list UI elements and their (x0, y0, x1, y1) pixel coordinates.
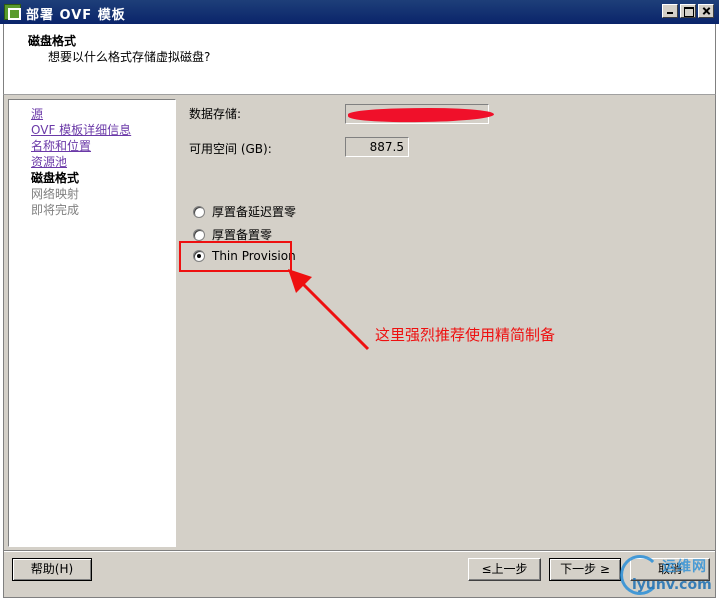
free-space-value: 887.5 (345, 137, 409, 157)
nav-item-ovf-details[interactable]: OVF 模板详细信息 (31, 121, 131, 138)
nav-item-disk-format: 磁盘格式 (31, 171, 80, 185)
wizard-body: 源 OVF 模板详细信息 名称和位置 资源池 磁盘格式 网络映射 即将完成 数据… (3, 94, 716, 598)
help-button[interactable]: 帮助(H) (12, 558, 92, 581)
vsphere-deploy-icon (4, 4, 21, 20)
radio-button[interactable] (193, 228, 205, 241)
title-bar[interactable]: 部署 OVF 模板 (0, 0, 719, 24)
radio-button[interactable] (193, 205, 205, 218)
close-icon[interactable] (698, 4, 714, 18)
footer-divider (4, 550, 715, 552)
window-title: 部署 OVF 模板 (26, 8, 126, 23)
redaction-mark (347, 106, 495, 124)
page-subtitle: 想要以什么格式存储虚拟磁盘? (48, 50, 211, 64)
window-controls (662, 4, 714, 18)
datastore-value (345, 104, 495, 124)
cancel-button[interactable]: 取消 (630, 558, 710, 581)
annotation-text: 这里强烈推荐使用精简制备 (375, 326, 556, 344)
wizard-header: 磁盘格式 想要以什么格式存储虚拟磁盘? (3, 24, 716, 94)
back-button[interactable]: ≤上一步 (468, 558, 541, 581)
maximize-icon[interactable] (680, 4, 696, 18)
annotation-arrow-icon (288, 269, 370, 351)
annotation-highlight-box (179, 241, 292, 272)
radio-thick-lazy-zeroed[interactable]: 厚置备延迟置零 (193, 203, 296, 220)
nav-item-resource-pool[interactable]: 资源池 (31, 153, 67, 170)
datastore-label: 数据存储: (189, 107, 242, 121)
page-title: 磁盘格式 (28, 34, 77, 48)
radio-label: 厚置备延迟置零 (212, 205, 297, 219)
nav-item-source[interactable]: 源 (31, 105, 43, 122)
wizard-steps-nav: 源 OVF 模板详细信息 名称和位置 资源池 磁盘格式 网络映射 即将完成 (8, 99, 176, 547)
minimize-icon[interactable] (662, 4, 678, 18)
nav-item-network-mapping: 网络映射 (31, 187, 80, 201)
nav-item-name-location[interactable]: 名称和位置 (31, 137, 91, 154)
next-button[interactable]: 下一步 ≥ (549, 558, 621, 581)
nav-item-ready-to-complete: 即将完成 (31, 203, 80, 217)
free-space-label: 可用空间 (GB): (189, 142, 272, 156)
